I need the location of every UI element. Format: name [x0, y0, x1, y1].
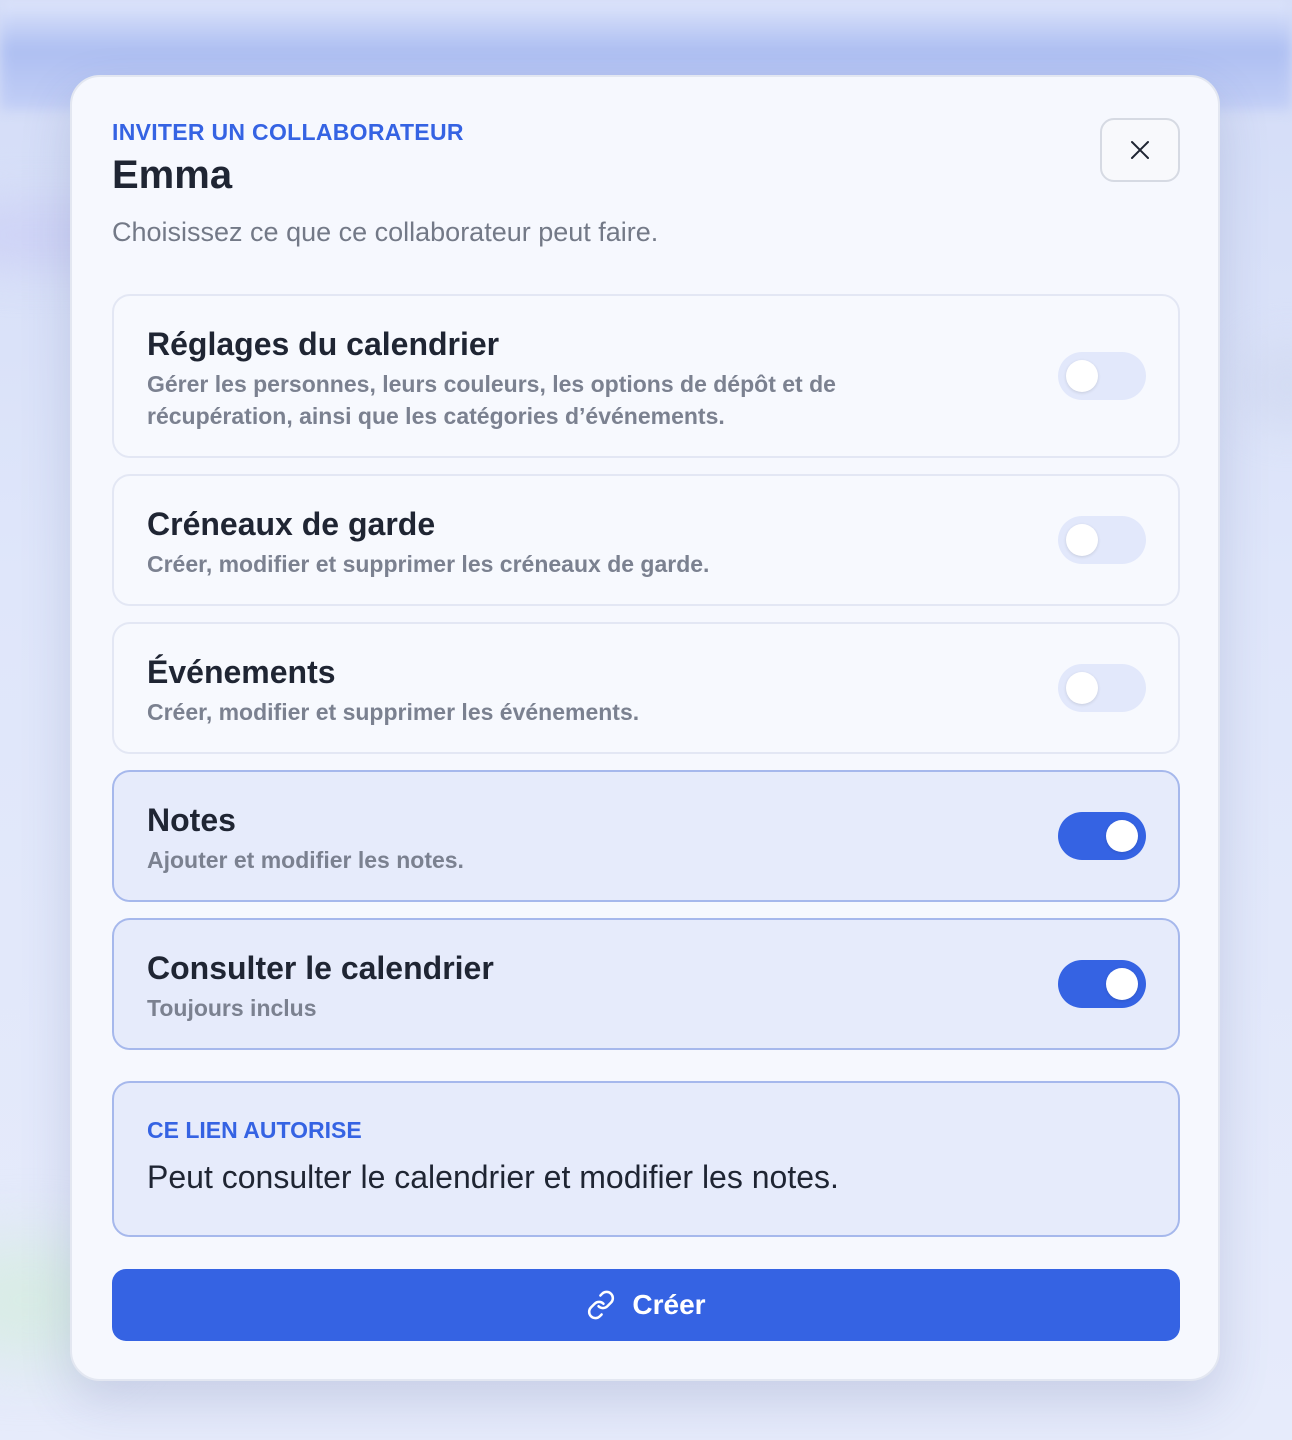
link-icon	[588, 1290, 615, 1320]
permission-title: Événements	[147, 654, 336, 690]
permission-calendar-settings: Réglages du calendrier Gérer les personn…	[112, 294, 1180, 458]
close-button[interactable]	[1100, 118, 1180, 182]
permission-description: Toujours inclus	[147, 995, 317, 1021]
close-icon	[1131, 141, 1149, 159]
toggle-calendar-settings[interactable]	[1058, 352, 1146, 400]
toggle-events[interactable]	[1058, 664, 1146, 712]
permission-title: Réglages du calendrier	[147, 326, 500, 362]
permission-notes: Notes Ajouter et modifier les notes.	[112, 770, 1180, 902]
toggle-knob	[1066, 360, 1098, 392]
permission-events: Événements Créer, modifier et supprimer …	[112, 622, 1180, 754]
invite-collaborator-dialog: INVITER UN COLLABORATEUR Emma Choisissez…	[70, 75, 1220, 1381]
dialog-eyebrow: INVITER UN COLLABORATEUR	[112, 119, 464, 145]
permission-title: Consulter le calendrier	[147, 950, 494, 986]
permission-description: Créer, modifier et supprimer les créneau…	[147, 551, 710, 577]
permission-title: Créneaux de garde	[147, 506, 436, 542]
collaborator-name: Emma	[112, 153, 233, 197]
create-button-label: Créer	[632, 1289, 706, 1320]
link-permissions-summary: CE LIEN AUTORISE Peut consulter le calen…	[112, 1081, 1180, 1237]
permission-custody-slots: Créneaux de garde Créer, modifier et sup…	[112, 474, 1180, 606]
toggle-view-calendar[interactable]	[1058, 960, 1146, 1008]
toggle-knob	[1066, 672, 1098, 704]
permission-description: Ajouter et modifier les notes.	[147, 847, 464, 873]
dialog-subtitle: Choisissez ce que ce collaborateur peut …	[112, 217, 659, 247]
permission-description: Gérer les personnes, leurs couleurs, les…	[147, 371, 836, 429]
toggle-knob	[1106, 968, 1138, 1000]
toggle-custody-slots[interactable]	[1058, 516, 1146, 564]
summary-text: Peut consulter le calendrier et modifier…	[147, 1159, 839, 1195]
permission-title: Notes	[147, 802, 236, 838]
permission-description: Créer, modifier et supprimer les événeme…	[147, 699, 640, 725]
toggle-notes[interactable]	[1058, 812, 1146, 860]
permission-view-calendar: Consulter le calendrier Toujours inclus	[112, 918, 1180, 1050]
create-link-button[interactable]: Créer	[112, 1269, 1180, 1341]
toggle-knob	[1066, 524, 1098, 556]
toggle-knob	[1106, 820, 1138, 852]
summary-label: CE LIEN AUTORISE	[147, 1117, 362, 1143]
